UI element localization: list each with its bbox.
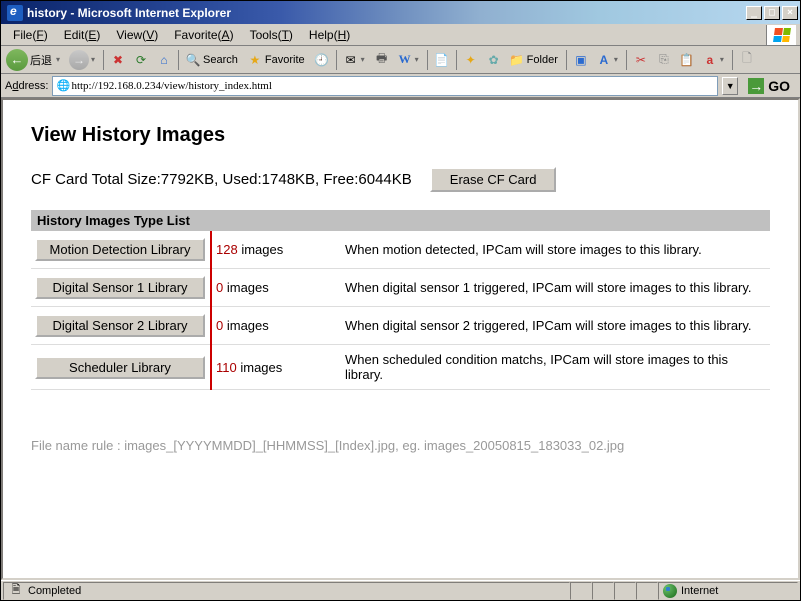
tool-c-button[interactable]: 🗋: [736, 49, 758, 71]
status-pane: [592, 582, 614, 600]
security-zone: Internet: [658, 582, 798, 600]
mail-button[interactable]: ✉▾: [340, 49, 370, 71]
table-row: Motion Detection Library 128 images When…: [31, 231, 770, 269]
back-button[interactable]: 后退▾: [3, 49, 65, 71]
close-button[interactable]: ×: [782, 6, 798, 20]
address-dropdown[interactable]: ▼: [722, 77, 738, 95]
status-main: 🗎 Completed: [3, 582, 570, 600]
count-unit: images: [237, 360, 283, 375]
search-button[interactable]: 🔍Search: [182, 49, 243, 71]
status-pane: [614, 582, 636, 600]
favorite-button[interactable]: ★Favorite: [244, 49, 310, 71]
folder-new-button[interactable]: 📄: [431, 49, 453, 71]
separator: [626, 50, 627, 70]
encoding-button[interactable]: a▾: [699, 49, 729, 71]
scheduler-library-button[interactable]: Scheduler Library: [35, 356, 205, 379]
go-label: GO: [768, 78, 790, 94]
window-title: history - Microsoft Internet Explorer: [27, 6, 746, 20]
separator: [732, 50, 733, 70]
page-content: View History Images CF Card Total Size:7…: [1, 98, 800, 580]
count-value: 128: [216, 242, 238, 257]
status-pane: [636, 582, 658, 600]
erase-cf-button[interactable]: Erase CF Card: [430, 167, 557, 192]
maximize-button[interactable]: □: [764, 6, 780, 20]
address-input-wrap: 🌐: [52, 76, 718, 96]
separator: [178, 50, 179, 70]
tool-b-button[interactable]: ✿: [483, 49, 505, 71]
menu-edit[interactable]: Edit(E): [56, 26, 109, 44]
motion-detection-library-button[interactable]: Motion Detection Library: [35, 238, 205, 261]
row-description: When digital sensor 1 triggered, IPCam w…: [341, 269, 770, 307]
print-button[interactable]: 🖶: [371, 49, 393, 71]
done-icon: 🗎: [8, 583, 24, 599]
toolbar: 后退▾ ▾ ✖ ⟳ ⌂ 🔍Search ★Favorite 🕘 ✉▾ 🖶 W▾ …: [1, 46, 800, 74]
page-icon: 🌐: [55, 78, 71, 94]
go-button[interactable]: → GO: [742, 76, 796, 96]
window-controls: _ □ ×: [746, 6, 798, 20]
list-header: History Images Type List: [31, 210, 770, 231]
menu-favorite[interactable]: Favorite(A): [166, 26, 241, 44]
menu-help[interactable]: Help(H): [301, 26, 358, 44]
history-type-table: Motion Detection Library 128 images When…: [31, 231, 770, 390]
history-button[interactable]: 🕘: [311, 49, 333, 71]
menubar: File(F) Edit(E) View(V) Favorite(A) Tool…: [1, 24, 800, 46]
row-description: When digital sensor 2 triggered, IPCam w…: [341, 307, 770, 345]
file-name-rule: File name rule : images_[YYYYMMDD]_[HHMM…: [31, 438, 770, 453]
folder-button[interactable]: 📁Folder: [506, 49, 563, 71]
table-row: Digital Sensor 1 Library 0 images When d…: [31, 269, 770, 307]
refresh-button[interactable]: ⟳: [130, 49, 152, 71]
cf-info-row: CF Card Total Size:7792KB, Used:1748KB, …: [31, 167, 770, 192]
browser-window: history - Microsoft Internet Explorer _ …: [0, 0, 801, 601]
separator: [456, 50, 457, 70]
home-button[interactable]: ⌂: [153, 49, 175, 71]
count-value: 110: [216, 360, 237, 375]
table-row: Digital Sensor 2 Library 0 images When d…: [31, 307, 770, 345]
separator: [103, 50, 104, 70]
row-description: When scheduled condition matchs, IPCam w…: [341, 345, 770, 390]
count-unit: images: [223, 280, 269, 295]
separator: [566, 50, 567, 70]
stop-button[interactable]: ✖: [107, 49, 129, 71]
cut-button[interactable]: ✂: [630, 49, 652, 71]
fullscreen-button[interactable]: ▣: [570, 49, 592, 71]
address-input[interactable]: [71, 80, 715, 92]
count-unit: images: [238, 242, 284, 257]
minimize-button[interactable]: _: [746, 6, 762, 20]
menu-file[interactable]: File(F): [5, 26, 56, 44]
edit-button[interactable]: W▾: [394, 49, 424, 71]
paste-button[interactable]: 📋: [676, 49, 698, 71]
separator: [336, 50, 337, 70]
status-pane: [570, 582, 592, 600]
windows-logo: [766, 25, 796, 45]
ie-icon: [7, 5, 23, 21]
menu-view[interactable]: View(V): [108, 26, 166, 44]
digital-sensor-1-library-button[interactable]: Digital Sensor 1 Library: [35, 276, 205, 299]
statusbar: 🗎 Completed Internet: [1, 580, 800, 600]
cf-size-text: CF Card Total Size:7792KB, Used:1748KB, …: [31, 171, 412, 188]
tool-a-button[interactable]: ✦: [460, 49, 482, 71]
textsize-button[interactable]: A▾: [593, 49, 623, 71]
address-label: Address:: [5, 80, 48, 92]
count-unit: images: [223, 318, 269, 333]
addressbar: Address: 🌐 ▼ → GO: [1, 74, 800, 98]
row-description: When motion detected, IPCam will store i…: [341, 231, 770, 269]
status-text: Completed: [28, 585, 81, 597]
zone-text: Internet: [681, 585, 718, 597]
digital-sensor-2-library-button[interactable]: Digital Sensor 2 Library: [35, 314, 205, 337]
page-heading: View History Images: [31, 124, 770, 147]
go-arrow-icon: →: [748, 78, 764, 94]
titlebar: history - Microsoft Internet Explorer _ …: [1, 1, 800, 24]
forward-button[interactable]: ▾: [66, 49, 100, 71]
separator: [427, 50, 428, 70]
table-row: Scheduler Library 110 images When schedu…: [31, 345, 770, 390]
copy-button[interactable]: ⎘: [653, 49, 675, 71]
menu-tools[interactable]: Tools(T): [242, 26, 301, 44]
globe-icon: [663, 584, 677, 598]
